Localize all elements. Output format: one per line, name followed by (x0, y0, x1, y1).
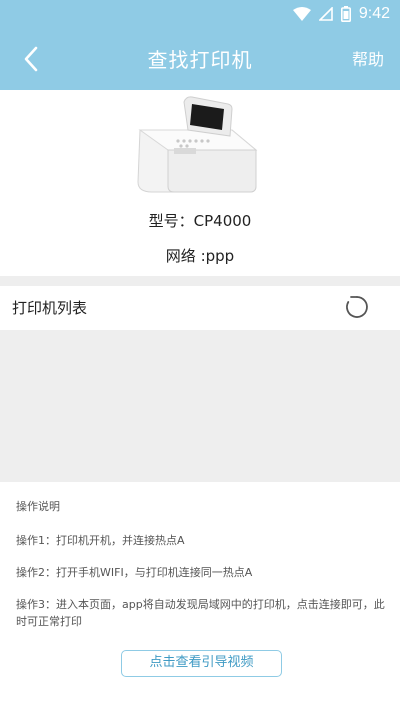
battery-icon (340, 6, 351, 22)
help-button[interactable]: 帮助 (352, 46, 384, 70)
printer-photo (137, 96, 258, 193)
status-icons: 9:42 (292, 4, 390, 24)
wifi-icon (292, 7, 311, 21)
printer-list-header: 打印机列表 (0, 286, 400, 330)
instruction-step-2: 操作2：打开手机WIFI，与打印机连接同一热点A (16, 566, 253, 579)
instructions: 操作说明 操作1：打印机开机，并连接热点A 操作2：打开手机WIFI，与打印机连… (16, 498, 386, 645)
printer-network: 网络 :ppp (165, 247, 235, 265)
instruction-step-1: 操作1：打印机开机，并连接热点A (16, 534, 185, 547)
no-sim-icon (318, 7, 333, 21)
printer-list (0, 330, 400, 482)
app-header: 查找打印机 帮助 (0, 28, 400, 90)
status-time: 9:42 (358, 5, 390, 22)
guide-video-button[interactable]: 点击查看引导视频 (121, 650, 282, 677)
section-divider (0, 276, 400, 286)
refresh-spinner-icon[interactable] (344, 294, 370, 320)
printer-info-card: 型号：CP4000 网络 :ppp (0, 90, 400, 276)
instruction-step-3: 操作3：进入本页面，app将自动发现局域网中的打印机，点击连接即可，此时可正常打… (16, 598, 385, 628)
printer-model: 型号：CP4000 (148, 212, 252, 230)
instructions-title: 操作说明 (16, 500, 60, 513)
page-title: 查找打印机 (147, 48, 253, 72)
printer-list-title: 打印机列表 (12, 299, 88, 317)
status-bar: 9:42 (0, 0, 400, 28)
